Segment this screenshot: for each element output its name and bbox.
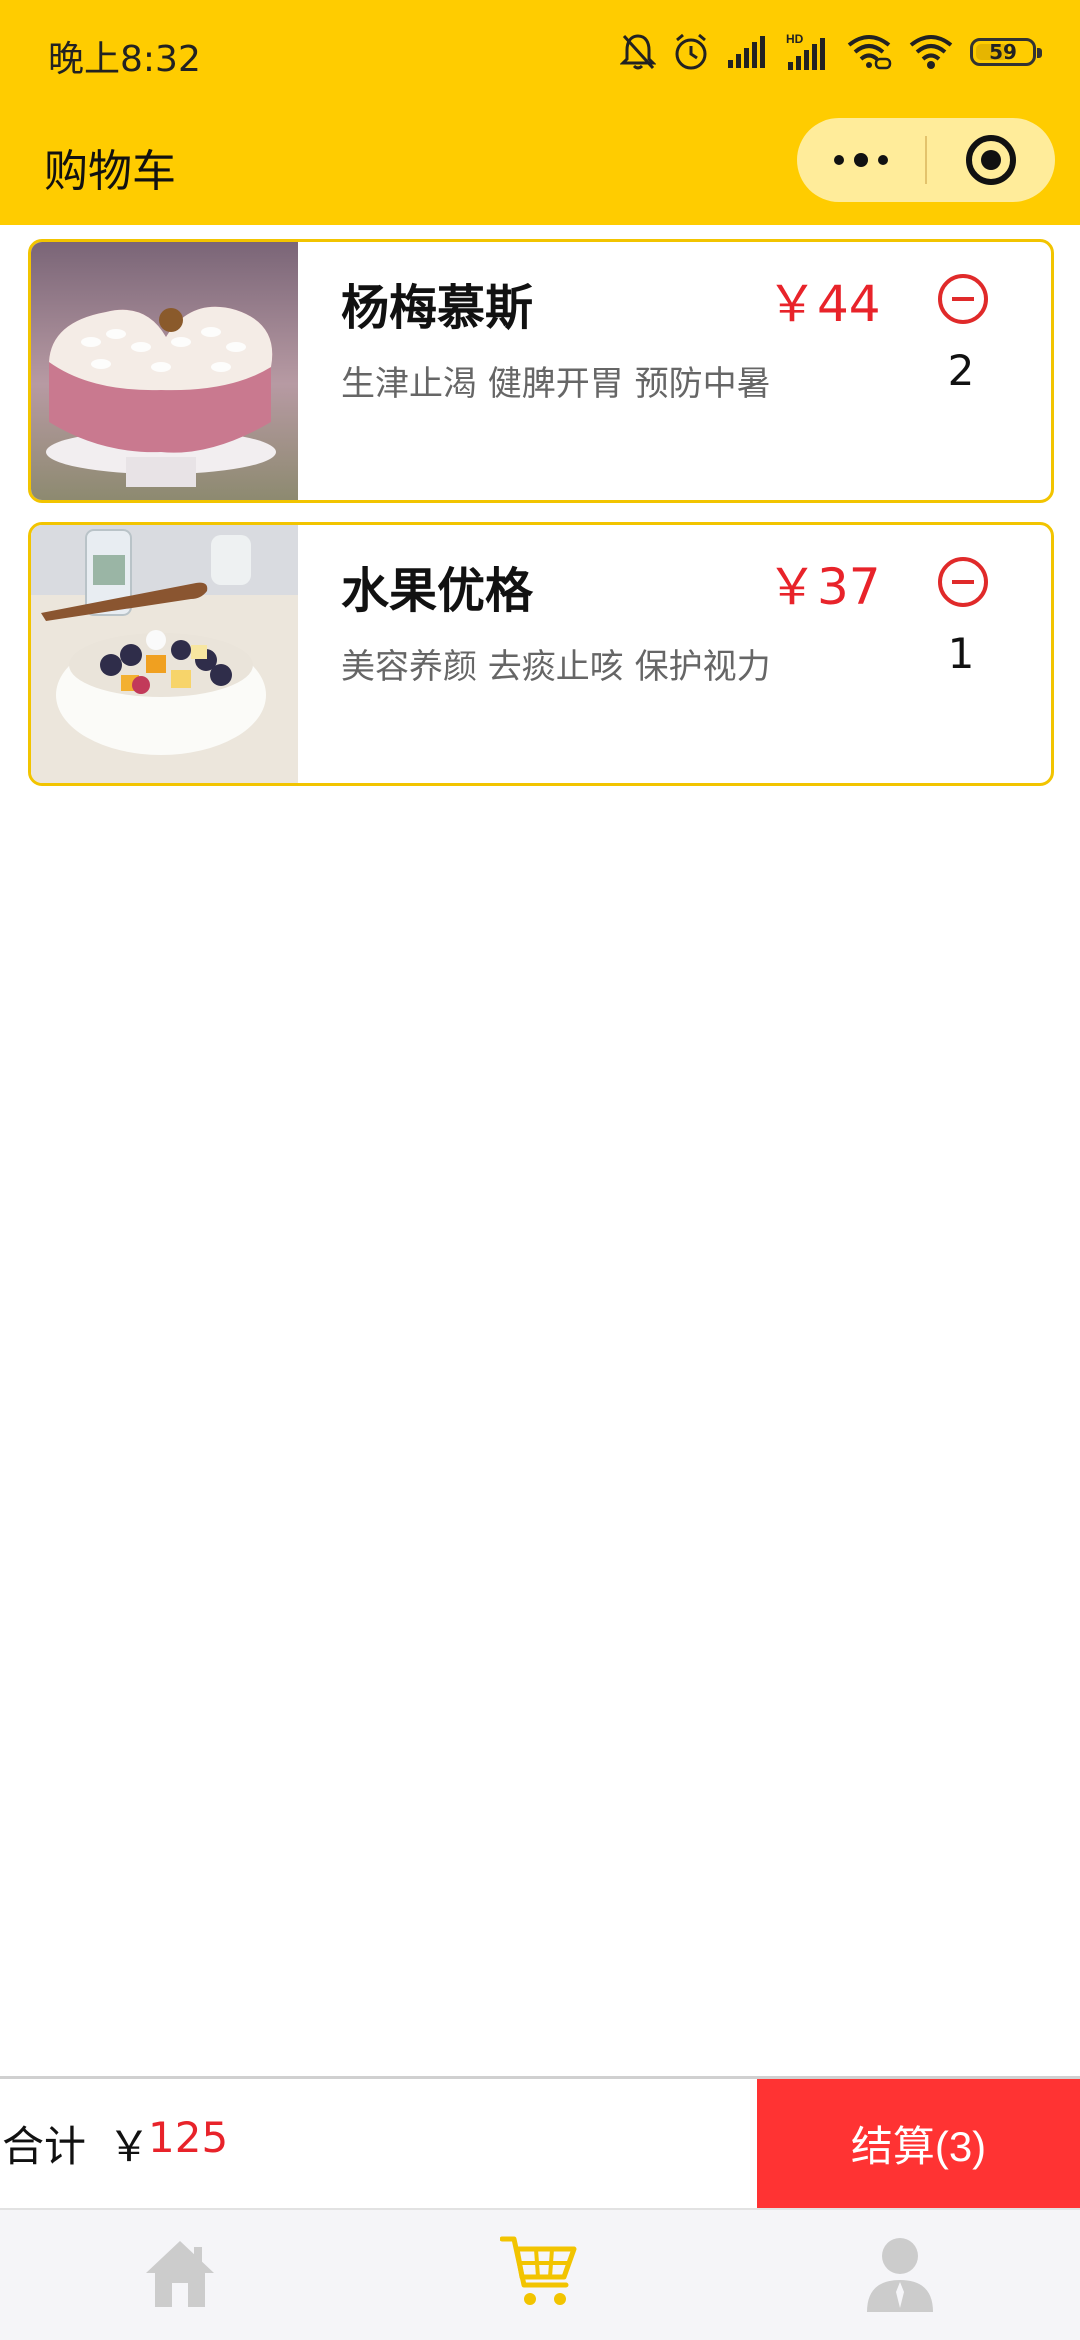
wifi-link-icon	[846, 33, 892, 71]
cart-item[interactable]: 水果优格 ￥37 美容养颜 去痰止咳 保护视力 1	[28, 522, 1054, 786]
decrease-quantity-button[interactable]	[938, 274, 988, 324]
alarm-icon	[672, 32, 710, 72]
decrease-quantity-button[interactable]	[938, 557, 988, 607]
close-mini-program-button[interactable]	[927, 118, 1055, 202]
hd-signal-icon: HD	[786, 32, 830, 72]
bell-muted-icon	[620, 32, 656, 72]
more-dots-icon[interactable]	[797, 118, 925, 202]
tab-bar	[0, 2208, 1080, 2340]
dot	[854, 153, 868, 167]
tab-home[interactable]	[0, 2210, 360, 2340]
wifi-icon	[908, 33, 954, 71]
item-price: ￥44	[767, 275, 881, 333]
item-description: 美容养颜 去痰止咳 保护视力	[341, 647, 771, 687]
dot	[878, 155, 888, 165]
tab-profile[interactable]	[720, 2210, 1080, 2340]
mini-program-capsule	[797, 118, 1055, 202]
page-title: 购物车	[44, 146, 176, 197]
total-value: 125	[148, 2113, 229, 2162]
checkout-button[interactable]: 结算(3)	[757, 2079, 1080, 2208]
item-name: 杨梅慕斯	[341, 280, 534, 336]
dot	[834, 155, 844, 165]
tab-cart[interactable]	[360, 2210, 720, 2340]
checkout-bar: 合计 ￥ 125 结算(3)	[0, 2076, 1080, 2208]
status-time: 晚上8:32	[48, 39, 201, 80]
total-label: 合计	[2, 2122, 87, 2171]
user-icon	[865, 2234, 935, 2316]
shopping-cart-icon	[499, 2233, 580, 2317]
status-icons: HD 59	[620, 28, 1042, 76]
item-quantity: 1	[947, 629, 975, 678]
svg-text:HD: HD	[786, 32, 804, 46]
cart-item[interactable]: 杨梅慕斯 ￥44 生津止渴 健脾开胃 预防中暑 2	[28, 239, 1054, 503]
item-price: ￥37	[767, 558, 881, 616]
item-description: 生津止渴 健脾开胃 预防中暑	[341, 364, 771, 404]
header: 晚上8:32 HD 59 购物车	[0, 0, 1080, 225]
signal-icon	[726, 34, 770, 70]
item-name: 水果优格	[341, 563, 534, 619]
cart-list: 杨梅慕斯 ￥44 生津止渴 健脾开胃 预防中暑 2 水果优格 ￥37 美容养颜	[28, 239, 1054, 805]
home-icon	[142, 2235, 218, 2315]
item-quantity: 2	[947, 346, 975, 395]
battery-icon: 59	[970, 38, 1042, 66]
bayberry-mousse-cake-image	[31, 242, 298, 500]
battery-text: 59	[989, 40, 1017, 64]
fruit-yogurt-bowl-image	[31, 525, 298, 783]
total-currency: ￥	[108, 2122, 151, 2171]
target-circle-icon	[966, 135, 1016, 185]
